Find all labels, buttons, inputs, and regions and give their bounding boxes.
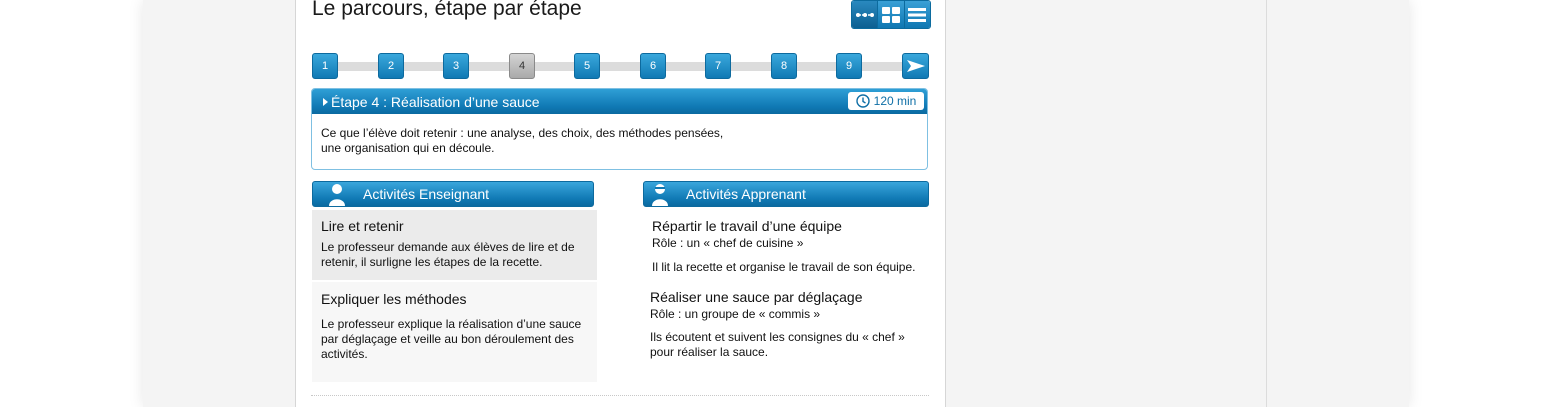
step-button-6[interactable]: 6 <box>640 53 666 79</box>
activity-title: Réaliser une sauce par déglaçage <box>650 289 863 305</box>
step-detail-panel: Étape 4 : Réalisation d’une sauce 120 mi… <box>311 88 928 170</box>
activity-description-line: Le professeur demande aux élèves de lire… <box>321 240 575 254</box>
activity-title: Lire et retenir <box>321 218 404 234</box>
grid-view-button[interactable] <box>878 1 905 28</box>
activity-description: Ils écoutent et suivent les consignes du… <box>650 330 930 360</box>
duration-text: 120 min <box>873 94 917 108</box>
activity-title: Expliquer les méthodes <box>321 291 467 307</box>
step-button-5[interactable]: 5 <box>574 53 600 79</box>
step-button-1[interactable]: 1 <box>312 53 338 79</box>
step-button-7[interactable]: 7 <box>705 53 731 79</box>
list-view-button[interactable] <box>904 1 930 28</box>
learner-activity: Réaliser une sauce par déglaçage Rôle : … <box>650 289 930 360</box>
activity-description-line: Le professeur explique la réalisation d’… <box>321 317 582 331</box>
right-sidebar <box>945 0 1267 407</box>
next-step-button[interactable] <box>902 53 929 79</box>
activity-description-line: retenir, il surligne les étapes de la re… <box>321 255 543 269</box>
step-description: Ce que l’élève doit retenir : une analys… <box>321 126 927 156</box>
step-description-line: une organisation qui en découle. <box>321 141 495 155</box>
main-content: Le parcours, étape par étape 1 2 3 4 5 6 <box>295 0 946 407</box>
step-track <box>320 62 914 71</box>
teacher-activity: Lire et retenir Le professeur demande au… <box>312 210 597 280</box>
step-button-8[interactable]: 8 <box>771 53 797 79</box>
activity-description-line: Ils écoutent et suivent les consignes du… <box>650 330 905 344</box>
step-description-line: Ce que l’élève doit retenir : une analys… <box>321 126 724 140</box>
step-title: Étape 4 : Réalisation d’une sauce <box>331 93 540 110</box>
timeline-view-button[interactable] <box>852 1 879 28</box>
step-button-9[interactable]: 9 <box>836 53 862 79</box>
step-button-3[interactable]: 3 <box>443 53 469 79</box>
arrow-right-icon <box>906 60 925 72</box>
teacher-activity: Expliquer les méthodes Le professeur exp… <box>312 282 597 382</box>
step-header[interactable]: Étape 4 : Réalisation d’une sauce 120 mi… <box>312 89 927 114</box>
learner-activities-title: Activités Apprenant <box>686 186 806 202</box>
learner-activity: Répartir le travail d’une équipe Rôle : … <box>652 218 932 275</box>
step-navigator: 1 2 3 4 5 6 7 8 9 <box>312 53 930 80</box>
timeline-icon <box>855 12 874 17</box>
step-button-4[interactable]: 4 <box>509 53 535 79</box>
activity-description: Le professeur demande aux élèves de lire… <box>321 240 588 270</box>
view-switcher <box>851 0 931 29</box>
activity-description: Le professeur explique la réalisation d’… <box>321 317 588 362</box>
step-button-2[interactable]: 2 <box>378 53 404 79</box>
section-divider <box>311 395 929 396</box>
activity-description-line: pour réaliser la sauce. <box>650 345 769 359</box>
activity-description-line: par déglaçage et veille au bon dérouleme… <box>321 332 574 346</box>
activity-title: Répartir le travail d’une équipe <box>652 218 842 234</box>
page-title: Le parcours, étape par étape <box>312 0 582 20</box>
teacher-activities-title: Activités Enseignant <box>363 186 490 202</box>
teacher-activities-header: Activités Enseignant <box>312 181 594 207</box>
learner-icon <box>650 182 670 206</box>
teacher-icon <box>327 182 347 206</box>
activity-description-line: activités. <box>321 347 368 361</box>
activity-description: Il lit la recette et organise le travail… <box>652 260 916 274</box>
activity-role: Rôle : un groupe de « commis » <box>650 307 821 321</box>
learner-activities-header: Activités Apprenant <box>643 181 929 207</box>
duration-badge: 120 min <box>848 92 924 110</box>
clock-icon <box>855 94 870 108</box>
activity-role: Rôle : un « chef de cuisine » <box>652 236 804 250</box>
list-icon <box>908 7 927 22</box>
grid-icon <box>881 6 900 23</box>
caret-right-icon <box>323 97 328 106</box>
